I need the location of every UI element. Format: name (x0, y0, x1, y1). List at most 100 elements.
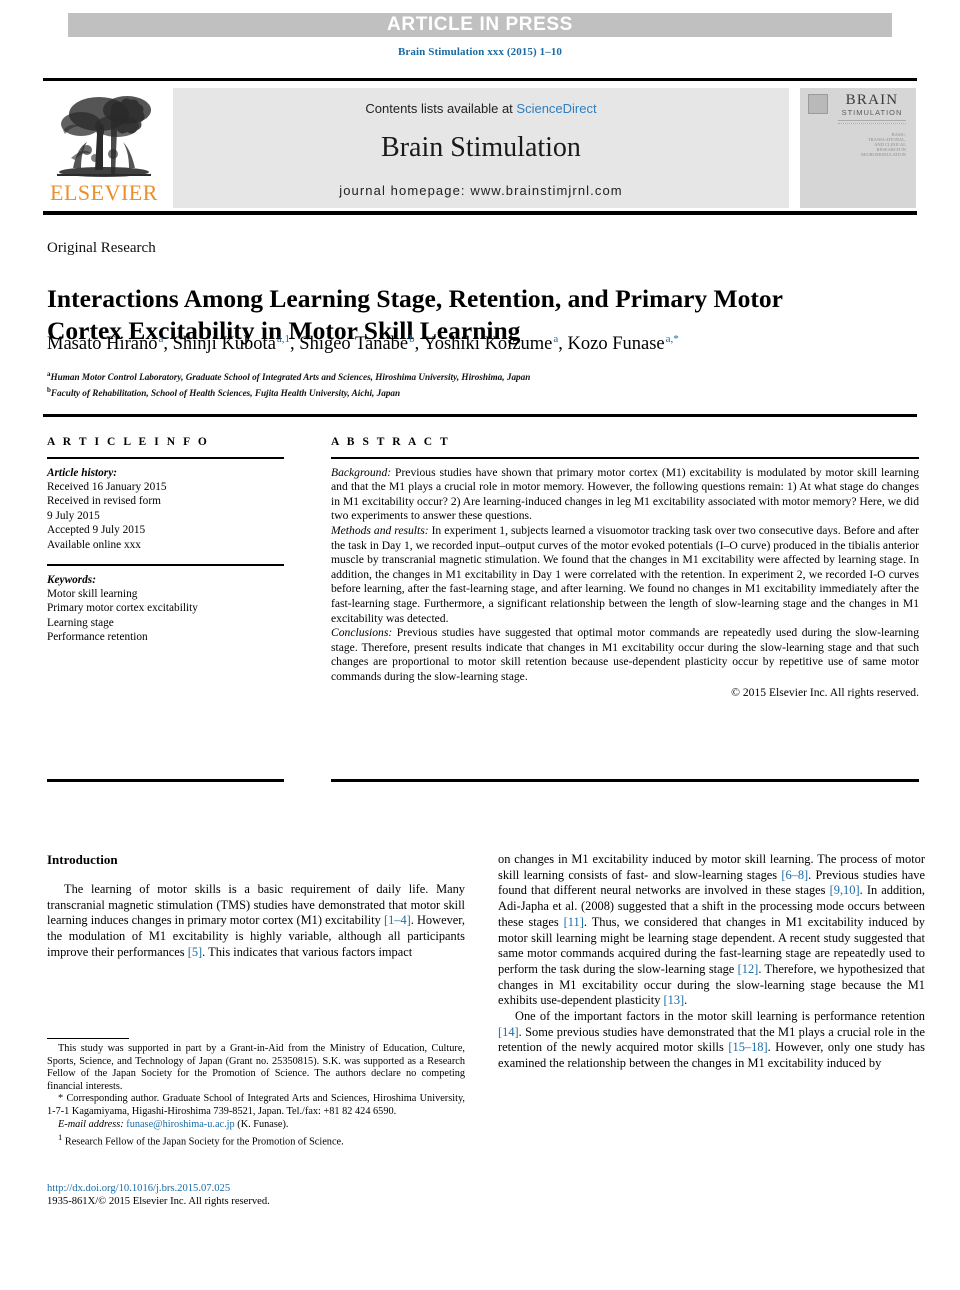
journal-homepage-line[interactable]: journal homepage: www.brainstimjrnl.com (173, 183, 789, 198)
elsevier-wordmark: ELSEVIER (50, 180, 158, 205)
author-name: Shinji Kubota (172, 334, 276, 355)
author-item[interactable]: Masato Hiranoa (47, 333, 163, 355)
abstract-column: A B S T R A C T Background: Previous stu… (331, 436, 919, 700)
citation-ref[interactable]: [9,10] (830, 883, 860, 897)
article-history-group: Article history: Received 16 January 201… (47, 466, 302, 552)
abstract-body: Background: Previous studies have shown … (331, 466, 919, 701)
keyword-item: Motor skill learning (47, 588, 138, 601)
author-item[interactable]: Yoshiki Koizumea (423, 333, 558, 355)
keyword-item: Performance retention (47, 631, 148, 644)
abstract-conclusions-text: Previous studies have suggested that opt… (331, 626, 919, 683)
affiliation-item: bFaculty of Rehabilitation, School of He… (47, 384, 927, 400)
citation-ref[interactable]: [11] (564, 915, 584, 929)
footnote-funding: This study was supported in part by a Gr… (47, 1043, 465, 1092)
intro-r-f: . (684, 993, 688, 1008)
abstract-band-top-rule (43, 414, 917, 417)
masthead-top-rule (43, 78, 917, 81)
article-category: Original Research (47, 240, 156, 256)
abstract-band-bottom-rule-left (47, 779, 284, 782)
affiliation-text: Faculty of Rehabilitation, School of Hea… (50, 388, 401, 399)
abstract-background-text: Previous studies have shown that primary… (331, 465, 919, 523)
author-item[interactable]: Shinji Kubotaa,1 (172, 333, 290, 355)
introduction-paragraph-2: One of the important factors in the moto… (498, 1009, 925, 1072)
citation-ref[interactable]: [13] (664, 993, 685, 1007)
email-label: E-mail address: (58, 1118, 124, 1130)
introduction-paragraph-1-cont: on changes in M1 excitability induced by… (498, 852, 925, 1009)
author-item[interactable]: Shigeo Tanabeb (299, 333, 415, 355)
abstract-paragraph-background: Background: Previous studies have shown … (331, 466, 919, 524)
author-name: Yoshiki Koizume (423, 334, 553, 355)
introduction-heading: Introduction (47, 852, 118, 867)
body-column-left: Introduction The learning of motor skill… (47, 852, 465, 961)
article-in-press-banner: ARTICLE IN PRESS (68, 13, 892, 37)
keywords-group: Keywords: Motor skill learning Primary m… (47, 573, 302, 645)
author-affil-marker[interactable]: a (552, 333, 558, 345)
cover-inset-icon (808, 94, 828, 114)
history-item: Received 16 January 2015 (47, 481, 167, 493)
history-item: Available online xxx (47, 538, 141, 551)
article-history-label: Article history: (47, 466, 117, 479)
abstract-methods-label: Methods and results: (331, 523, 429, 537)
author-affil-marker[interactable]: a,* (665, 333, 679, 345)
author-affil-marker[interactable]: a,1 (276, 333, 290, 345)
citation-ref[interactable]: [6–8] (781, 868, 808, 882)
author-name: Masato Hirano (47, 334, 158, 355)
citation-ref[interactable]: [15–18] (728, 1040, 767, 1054)
citation-ref[interactable]: [5] (188, 945, 202, 959)
affiliation-list: aHuman Motor Control Laboratory, Graduat… (47, 368, 927, 400)
cover-title: BRAIN (845, 92, 899, 108)
footnote-fellow: 1 Research Fellow of the Japan Society f… (47, 1131, 465, 1149)
elsevier-logo[interactable]: ELSEVIER (45, 88, 163, 208)
author-affil-marker[interactable]: a (157, 333, 163, 345)
history-item: 9 July 2015 (47, 509, 100, 522)
abstract-methods-text: In experiment 1, subjects learned a visu… (331, 523, 920, 625)
affiliation-text: Human Motor Control Laboratory, Graduate… (50, 372, 531, 383)
abstract-conclusions-label: Conclusions: (331, 626, 393, 640)
intro-text-c: . This indicates that various factors im… (202, 944, 413, 959)
citation-ref[interactable]: [1–4] (384, 913, 411, 927)
email-link[interactable]: funase@hiroshima-u.ac.jp (126, 1119, 234, 1130)
history-item: Received in revised form (47, 495, 161, 508)
sciencedirect-banner: Contents lists available at ScienceDirec… (173, 88, 789, 208)
abstract-heading: A B S T R A C T (331, 436, 451, 448)
elsevier-tree-icon (57, 96, 151, 177)
footnote-fellow-text: Research Fellow of the Japan Society for… (62, 1136, 344, 1148)
introduction-paragraph-1: The learning of motor skills is a basic … (47, 882, 465, 961)
abstract-paragraph-conclusions: Conclusions: Previous studies have sugge… (331, 626, 919, 684)
cover-subtitle: STIMULATION (841, 108, 903, 117)
masthead-bottom-rule (43, 211, 917, 215)
intro-r2-a: One of the important factors in the moto… (515, 1009, 925, 1024)
author-name: Kozo Funase (567, 334, 665, 355)
abstract-background-label: Background: (331, 465, 392, 479)
abstract-rule (331, 457, 919, 459)
author-affil-marker[interactable]: b (408, 333, 415, 345)
citation-ref[interactable]: [14] (498, 1025, 519, 1039)
article-info-rule (47, 457, 284, 459)
issn-copyright-line: 1935-861X/© 2015 Elsevier Inc. All right… (47, 1196, 270, 1207)
contents-prefix: Contents lists available at (365, 101, 517, 116)
author-list: Masato Hiranoa, Shinji Kubotaa,1, Shigeo… (47, 333, 679, 355)
article-info-column: A R T I C L E I N F O Article history: R… (47, 436, 302, 645)
keywords-label: Keywords: (47, 573, 96, 586)
author-name: Shigeo Tanabe (299, 334, 409, 355)
cover-divider (838, 120, 906, 121)
author-item[interactable]: Kozo Funasea,* (567, 333, 679, 355)
footnote-corresponding-author: * Corresponding author. Graduate School … (47, 1093, 465, 1117)
journal-masthead: ELSEVIER Contents lists available at Sci… (43, 85, 917, 209)
cover-caption: BASIC, TRANSLATIONAL, AND CLINICAL RESEA… (860, 132, 907, 157)
abstract-paragraph-methods: Methods and results: In experiment 1, su… (331, 524, 919, 626)
footnote-email: E-mail address: funase@hiroshima-u.ac.jp… (47, 1119, 465, 1132)
doi-link[interactable]: http://dx.doi.org/10.1016/j.brs.2015.07.… (47, 1183, 230, 1194)
keyword-item: Learning stage (47, 616, 114, 629)
keyword-item: Primary motor cortex excitability (47, 602, 198, 615)
sciencedirect-link[interactable]: ScienceDirect (516, 101, 596, 116)
journal-cover-thumbnail[interactable]: BRAIN STIMULATION BASIC, TRANSLATIONAL, … (800, 88, 916, 208)
footnote-block: This study was supported in part by a Gr… (47, 1043, 465, 1149)
citation-ref[interactable]: [12] (738, 962, 759, 976)
footnote-separator-rule (47, 1038, 129, 1040)
abstract-copyright: © 2015 Elsevier Inc. All rights reserved… (731, 685, 919, 699)
journal-title: Brain Stimulation (381, 132, 581, 163)
affiliation-item: aHuman Motor Control Laboratory, Graduat… (47, 368, 927, 384)
article-info-heading: A R T I C L E I N F O (47, 436, 210, 448)
